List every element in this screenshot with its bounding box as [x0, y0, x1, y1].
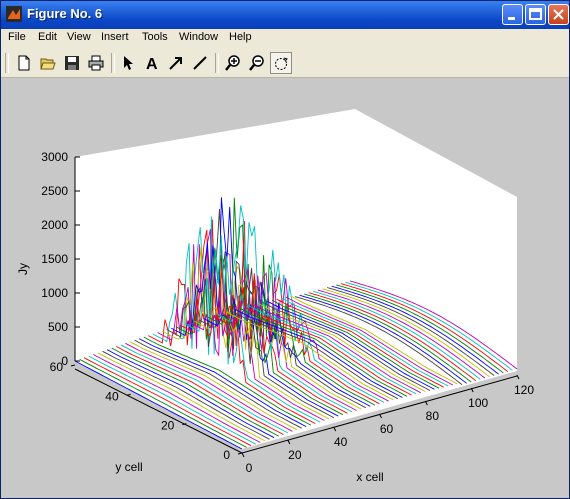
arrow-icon [169, 57, 182, 70]
x-tick-mark [241, 452, 245, 458]
figure-canvas[interactable]: 0 500 1000 1500 2000 2500 3000 0 20 40 60 80 100 120… [1, 78, 569, 498]
menu-file[interactable]: File [8, 31, 26, 43]
open-folder-icon [40, 58, 56, 70]
x-tick-label: 60 [380, 422, 394, 436]
maximize-icon [529, 8, 542, 20]
x-tick-label: 120 [514, 383, 534, 397]
z-tick-label: 500 [48, 320, 68, 334]
menu-bar: File Edit View Insert Tools Window Help [1, 29, 569, 49]
y-axis-label: y cell [115, 460, 142, 474]
menu-help[interactable]: Help [229, 31, 252, 43]
z-tick-group: 050010001500200025003000 [41, 150, 80, 368]
toolbar-separator [111, 53, 115, 73]
menu-tools[interactable]: Tools [142, 31, 168, 43]
print-button[interactable] [85, 52, 107, 74]
maximize-button[interactable] [525, 4, 546, 25]
text-icon: A [146, 56, 158, 71]
z-tick-label: 3000 [41, 150, 68, 164]
y-tick-mark [70, 364, 76, 367]
z-tick-label: 2000 [41, 218, 68, 232]
y-tick-label: 20 [161, 419, 175, 433]
z-tick-label: 2500 [41, 184, 68, 198]
close-icon [553, 9, 564, 20]
z-axis-label: Jy [16, 263, 30, 275]
y-tick-mark [237, 452, 243, 455]
print-icon [88, 55, 104, 71]
matlab-icon [6, 6, 22, 22]
zoom-in-button[interactable] [222, 52, 244, 74]
save-button[interactable] [61, 52, 83, 74]
surface-plot[interactable]: 0 500 1000 1500 2000 2500 3000 0 20 40 60 80 100 120… [1, 78, 569, 498]
menu-view[interactable]: View [67, 31, 91, 43]
zoom-in-icon [225, 55, 240, 71]
text-icon-glyph: A [146, 56, 158, 71]
pointer-button[interactable] [117, 52, 139, 74]
y-tick-label: 0 [223, 448, 230, 462]
zoom-out-icon [249, 55, 264, 71]
y-tick-label: 40 [105, 389, 119, 403]
toolbar-grip [5, 53, 9, 73]
x-axis-label: x cell [356, 470, 383, 484]
y-tick-label: 60 [50, 360, 64, 374]
z-tick-label: 1000 [41, 286, 68, 300]
menu-edit[interactable]: Edit [38, 31, 57, 43]
toolbar-separator [215, 53, 219, 73]
pointer-arrow-icon [124, 56, 133, 70]
toolbar: A [1, 49, 569, 78]
x-tick-mark [287, 439, 291, 445]
line-icon [193, 56, 207, 70]
x-tick-label: 100 [468, 396, 488, 410]
minimize-button[interactable] [502, 4, 523, 25]
save-icon [65, 56, 79, 70]
x-tick-label: 40 [334, 435, 348, 449]
x-tick-label: 0 [246, 461, 253, 475]
menu-insert[interactable]: Insert [101, 31, 129, 43]
rotate-3d-button[interactable] [270, 52, 292, 74]
window-title: Figure No. 6 [27, 6, 103, 21]
figure-window: Figure No. 6 File Edit View Insert Tools… [0, 0, 570, 499]
z-tick-label: 1500 [41, 252, 68, 266]
menu-window[interactable]: Window [179, 31, 218, 43]
x-tick-label: 80 [426, 409, 440, 423]
open-file-button[interactable] [37, 52, 59, 74]
close-button[interactable] [548, 4, 569, 25]
title-bar[interactable]: Figure No. 6 [1, 1, 569, 29]
x-tick-mark [516, 374, 520, 380]
insert-arrow-button[interactable] [165, 52, 187, 74]
x-tick-label: 20 [288, 448, 302, 462]
rotate-3d-icon [275, 57, 288, 70]
zoom-out-button[interactable] [246, 52, 268, 74]
new-file-button[interactable] [13, 52, 35, 74]
y-tick-mark [126, 393, 131, 396]
x-tick-mark [333, 426, 337, 432]
insert-line-button[interactable] [189, 52, 211, 74]
minimize-icon [508, 17, 515, 20]
new-file-icon [18, 55, 30, 71]
insert-text-button[interactable]: A [141, 52, 163, 74]
